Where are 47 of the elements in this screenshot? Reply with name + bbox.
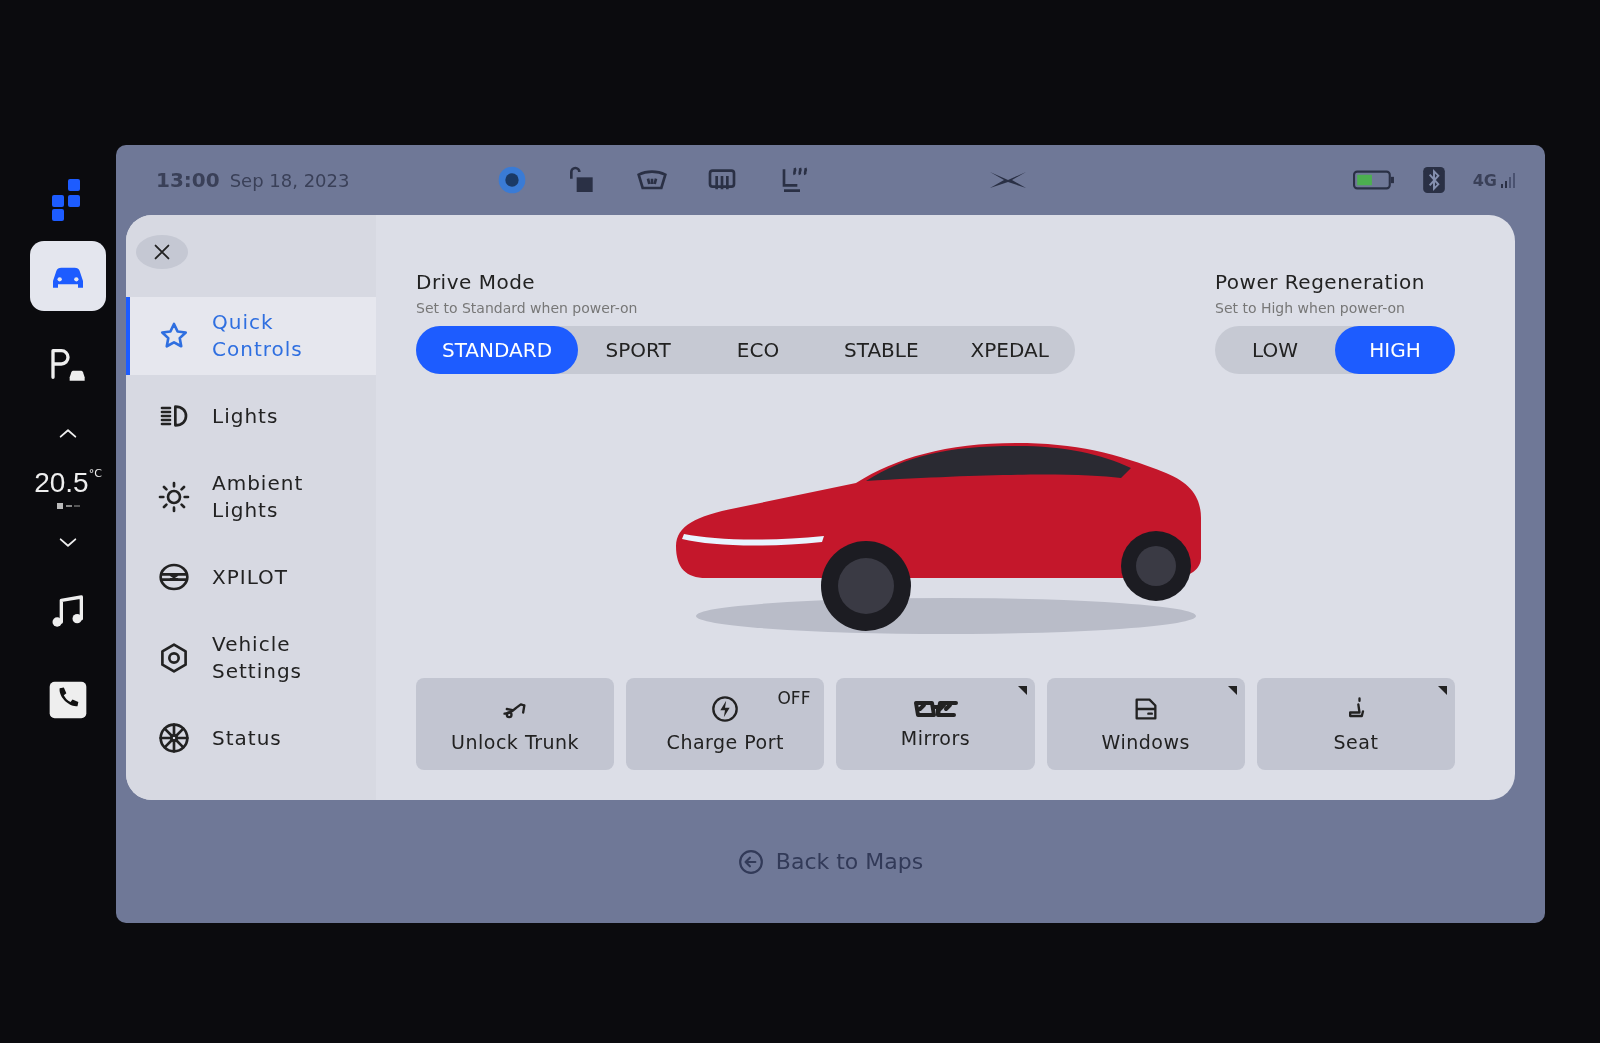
nav-label[interactable]: Ambient Lights [212, 469, 322, 524]
date-text: Sep 18, 2023 [229, 170, 350, 191]
mode-option[interactable]: ECO [698, 326, 819, 374]
quick-control-button[interactable]: Windows [1046, 678, 1245, 770]
section-title: Drive Mode [416, 270, 537, 294]
nav-item[interactable]: Vehicle Settings [126, 618, 376, 697]
bluetooth-icon[interactable] [1422, 167, 1445, 193]
nav-item[interactable]: Lights [126, 384, 376, 448]
nav-label[interactable]: Status [212, 724, 322, 752]
voice-assistant-icon[interactable] [496, 164, 528, 196]
mode-option[interactable]: HIGH [1335, 326, 1455, 374]
mode-option[interactable]: XPEDAL [944, 326, 1075, 374]
section-hint: Set to Standard when power-on [416, 300, 639, 316]
nav-item[interactable]: Quick Controls [126, 296, 376, 375]
nav-label[interactable]: Lights [212, 402, 322, 430]
quick-control-button[interactable]: Mirrors [836, 678, 1035, 770]
sun-icon [158, 480, 190, 513]
section-hint: Set to High when power-on [1215, 300, 1406, 316]
network-label: 4G [1472, 170, 1497, 190]
signal-bars-icon [1501, 172, 1515, 188]
temperature-value: 20.5 [34, 467, 89, 499]
mode-option[interactable]: STABLE [818, 326, 945, 374]
nav-label[interactable]: Vehicle Settings [212, 630, 322, 685]
quick-control-button[interactable]: OFF Charge Port [626, 678, 825, 770]
quick-control-button[interactable]: Seat [1256, 678, 1455, 770]
chevron-up-icon[interactable] [57, 427, 79, 439]
nav-label[interactable]: XPILOT [212, 563, 322, 591]
battery-icon [1352, 169, 1395, 191]
wheel-icon [158, 722, 190, 755]
phone-icon [48, 680, 88, 720]
car-app-button[interactable] [30, 241, 106, 311]
quick-control-button[interactable]: Unlock Trunk [416, 678, 615, 770]
clock-time: 13:00 [156, 168, 220, 192]
close-button[interactable] [136, 235, 188, 269]
fan-level-icon [56, 503, 80, 509]
chevron-down-icon[interactable] [57, 537, 79, 549]
nav-item[interactable]: Status [126, 706, 376, 770]
temperature-unit: °C [88, 467, 102, 480]
nav-item[interactable]: XPILOT [126, 545, 376, 609]
status-text: OFF [777, 688, 811, 708]
mode-option[interactable]: LOW [1215, 326, 1335, 374]
nav-label[interactable]: Quick Controls [212, 308, 322, 363]
hexagon-nut-icon [158, 641, 190, 674]
nav-item[interactable]: Ambient Lights [126, 457, 376, 536]
section-title: Power Regeneration [1215, 270, 1426, 294]
mode-option[interactable]: SPORT [578, 326, 699, 374]
mode-option[interactable]: STANDARD [416, 326, 579, 374]
